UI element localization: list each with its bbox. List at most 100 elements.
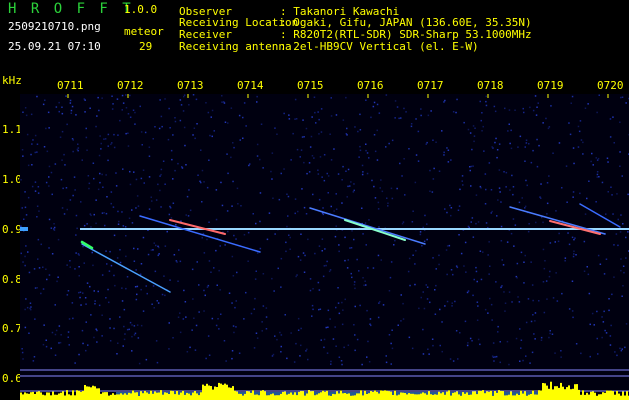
noise-pixel xyxy=(207,284,210,287)
noise-pixel xyxy=(22,261,24,263)
noise-pixel xyxy=(596,337,598,340)
noise-pixel xyxy=(209,134,211,137)
noise-pixel xyxy=(194,349,197,351)
signal-level-bar xyxy=(120,393,122,400)
noise-pixel xyxy=(58,325,61,327)
noise-pixel xyxy=(479,100,481,103)
noise-pixel xyxy=(334,235,337,238)
signal-level-bar xyxy=(582,390,584,400)
noise-pixel xyxy=(470,185,472,187)
noise-pixel xyxy=(579,192,581,195)
noise-pixel xyxy=(573,253,575,255)
noise-pixel xyxy=(377,254,380,257)
noise-pixel xyxy=(32,139,34,141)
noise-pixel xyxy=(523,111,525,114)
noise-pixel xyxy=(517,296,519,298)
noise-pixel xyxy=(201,237,203,239)
noise-pixel xyxy=(93,213,95,216)
noise-pixel xyxy=(315,122,317,124)
signal-level-bar xyxy=(308,390,310,400)
signal-level-bar xyxy=(226,384,228,400)
noise-pixel xyxy=(300,149,303,151)
signal-level-bar xyxy=(112,393,114,400)
noise-pixel xyxy=(30,308,32,311)
noise-pixel xyxy=(21,348,23,350)
noise-pixel xyxy=(335,306,337,309)
noise-pixel xyxy=(619,347,621,350)
noise-pixel xyxy=(489,265,491,267)
signal-level-bar xyxy=(40,392,42,400)
noise-pixel xyxy=(446,300,449,303)
noise-pixel xyxy=(288,118,291,120)
noise-pixel xyxy=(322,213,325,216)
antenna-label: Receiving antenna xyxy=(179,40,292,53)
signal-level-bar xyxy=(60,392,62,400)
noise-pixel xyxy=(94,300,96,302)
signal-level-bar xyxy=(202,384,204,400)
noise-pixel xyxy=(545,280,548,282)
noise-pixel xyxy=(622,285,624,287)
noise-pixel xyxy=(378,112,381,114)
noise-pixel xyxy=(85,127,87,130)
noise-pixel xyxy=(127,113,130,115)
noise-pixel xyxy=(78,291,80,294)
noise-pixel xyxy=(429,301,431,304)
noise-pixel xyxy=(516,277,518,279)
noise-pixel xyxy=(189,346,191,349)
noise-pixel xyxy=(347,185,349,188)
noise-pixel xyxy=(564,260,566,262)
noise-pixel xyxy=(560,350,562,352)
noise-pixel xyxy=(330,97,332,99)
noise-pixel xyxy=(198,284,200,286)
noise-pixel xyxy=(303,161,305,164)
noise-pixel xyxy=(242,137,244,139)
noise-pixel xyxy=(307,358,309,361)
noise-pixel xyxy=(596,171,599,173)
noise-pixel xyxy=(98,154,101,157)
noise-pixel xyxy=(304,254,306,257)
noise-pixel xyxy=(415,250,417,252)
noise-pixel xyxy=(157,183,159,186)
signal-level-bar xyxy=(216,387,218,400)
signal-level-bar xyxy=(430,394,432,400)
signal-level-bar xyxy=(350,395,352,400)
noise-pixel xyxy=(501,259,503,261)
noise-pixel xyxy=(72,150,74,153)
noise-pixel xyxy=(103,212,105,214)
receiver-value: : R820T2(RTL-SDR) SDR-Sharp 53.1000MHz xyxy=(280,28,532,41)
signal-level-bar xyxy=(266,395,268,400)
noise-pixel xyxy=(479,343,481,346)
time-tick: 0716 xyxy=(357,79,384,92)
noise-pixel xyxy=(51,193,53,196)
signal-level-bar xyxy=(396,395,398,400)
noise-pixel xyxy=(129,183,132,186)
noise-pixel xyxy=(250,312,253,315)
noise-pixel xyxy=(129,321,132,324)
noise-pixel xyxy=(77,147,80,149)
noise-pixel xyxy=(85,321,87,323)
freq-tick: 1.1 xyxy=(2,123,22,136)
noise-pixel xyxy=(342,119,345,121)
noise-pixel xyxy=(390,187,393,190)
noise-pixel xyxy=(195,98,198,101)
signal-level-bar xyxy=(594,392,596,400)
noise-pixel xyxy=(78,266,80,268)
noise-pixel xyxy=(170,149,173,152)
noise-pixel xyxy=(43,324,45,326)
noise-pixel xyxy=(96,341,98,343)
noise-pixel xyxy=(312,288,314,290)
noise-pixel xyxy=(350,247,353,249)
noise-pixel xyxy=(44,99,46,101)
noise-pixel xyxy=(265,307,268,309)
noise-pixel xyxy=(34,190,37,192)
noise-pixel xyxy=(438,263,440,266)
noise-pixel xyxy=(603,310,605,313)
noise-pixel xyxy=(146,292,148,295)
noise-pixel xyxy=(219,289,221,291)
noise-pixel xyxy=(548,275,551,278)
noise-pixel xyxy=(571,236,574,239)
noise-pixel xyxy=(265,328,268,330)
noise-pixel xyxy=(496,215,498,217)
noise-pixel xyxy=(365,149,367,152)
noise-pixel xyxy=(271,152,274,154)
